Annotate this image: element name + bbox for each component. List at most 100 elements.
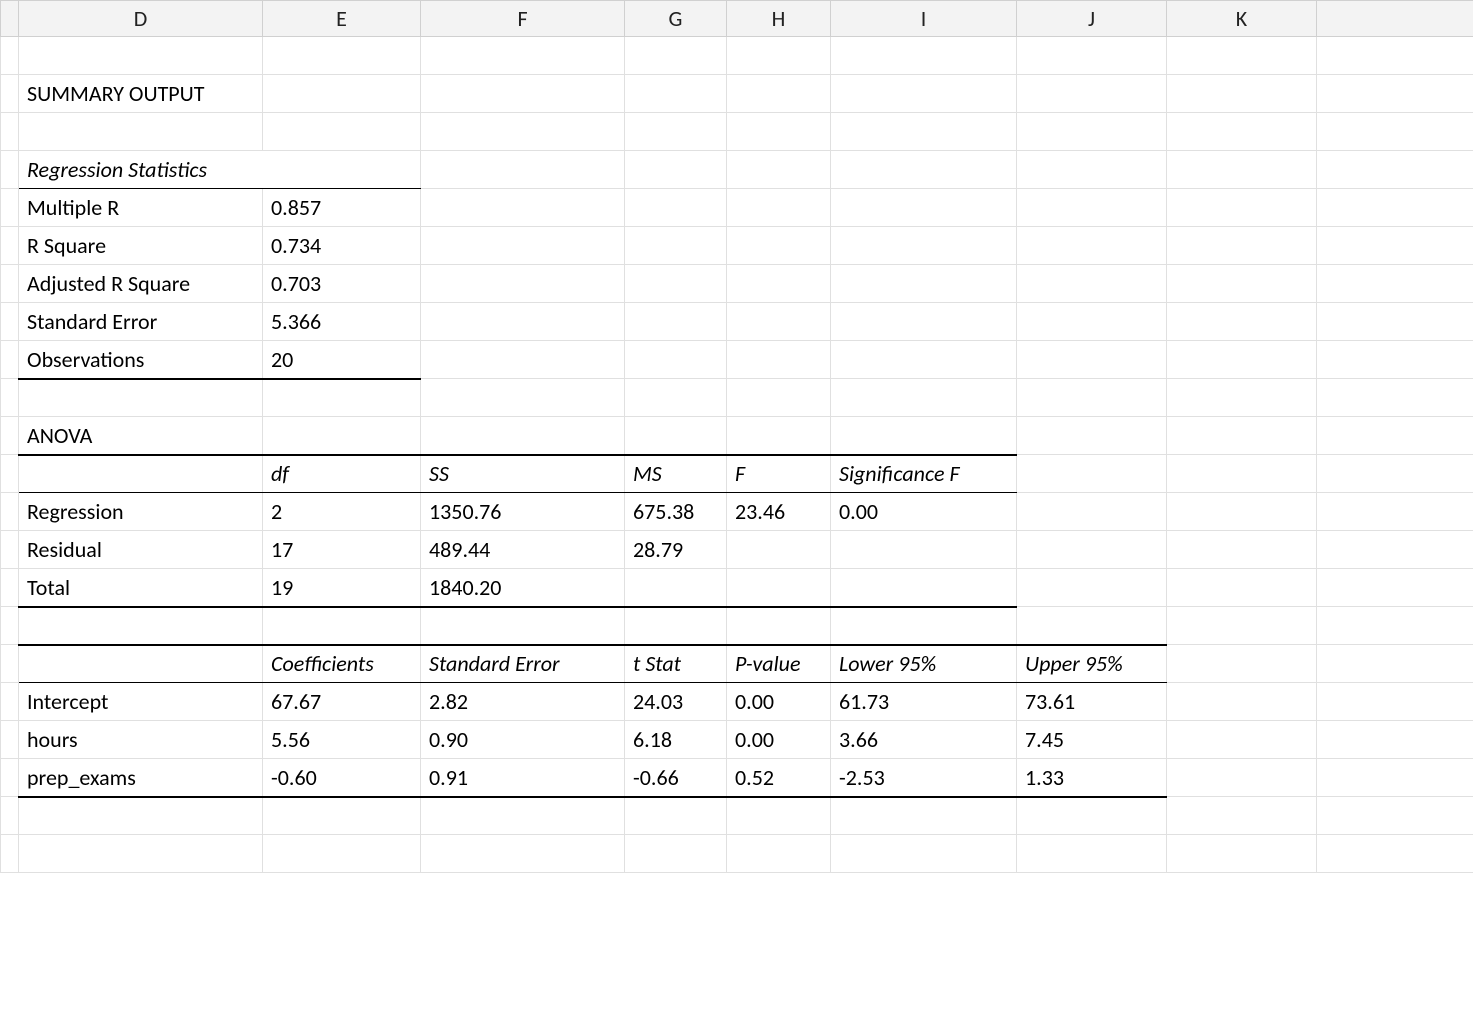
coeff-header-coef[interactable]: Coefficients [263, 645, 421, 683]
coeff-t[interactable]: 6.18 [625, 721, 727, 759]
col-header-K[interactable]: K [1167, 1, 1317, 37]
regression-statistics-heading[interactable]: Regression Statistics [19, 151, 421, 189]
cell[interactable] [831, 265, 1017, 303]
anova-sigf[interactable]: 0.00 [831, 493, 1017, 531]
cell[interactable] [727, 303, 831, 341]
cell[interactable] [727, 265, 831, 303]
coeff-coef[interactable]: -0.60 [263, 759, 421, 797]
cell[interactable] [831, 75, 1017, 113]
cell[interactable] [625, 37, 727, 75]
anova-ss[interactable]: 1350.76 [421, 493, 625, 531]
cell[interactable] [1167, 303, 1317, 341]
cell[interactable] [1017, 493, 1167, 531]
cell[interactable] [727, 417, 831, 455]
coeff-header-hi[interactable]: Upper 95% [1017, 645, 1167, 683]
col-header-H[interactable]: H [727, 1, 831, 37]
anova-row-label[interactable]: Regression [19, 493, 263, 531]
cell[interactable] [625, 189, 727, 227]
cell[interactable] [831, 797, 1017, 835]
col-header-E[interactable]: E [263, 1, 421, 37]
cell[interactable] [1167, 113, 1317, 151]
cell[interactable] [727, 113, 831, 151]
cell[interactable] [1167, 75, 1317, 113]
cell[interactable] [831, 379, 1017, 417]
cell[interactable] [625, 113, 727, 151]
coeff-coef[interactable]: 5.56 [263, 721, 421, 759]
anova-df[interactable]: 2 [263, 493, 421, 531]
cell[interactable] [19, 113, 263, 151]
coeff-p[interactable]: 0.00 [727, 683, 831, 721]
cell[interactable] [727, 607, 831, 645]
cell[interactable] [19, 645, 263, 683]
cell[interactable] [263, 797, 421, 835]
cell[interactable] [831, 37, 1017, 75]
regstat-value[interactable]: 0.703 [263, 265, 421, 303]
cell[interactable] [421, 75, 625, 113]
coeff-header-se[interactable]: Standard Error [421, 645, 625, 683]
cell[interactable] [1167, 227, 1317, 265]
regstat-label[interactable]: Observations [19, 341, 263, 379]
cell[interactable] [421, 417, 625, 455]
cell[interactable] [1167, 341, 1317, 379]
coeff-se[interactable]: 0.91 [421, 759, 625, 797]
coeff-header-lo[interactable]: Lower 95% [831, 645, 1017, 683]
coeff-row-label[interactable]: Intercept [19, 683, 263, 721]
cell[interactable] [1017, 75, 1167, 113]
cell[interactable] [1167, 379, 1317, 417]
cell[interactable] [19, 797, 263, 835]
cell[interactable] [421, 151, 625, 189]
cell[interactable] [1167, 531, 1317, 569]
cell[interactable] [727, 227, 831, 265]
anova-header-df[interactable]: df [263, 455, 421, 493]
cell[interactable] [625, 303, 727, 341]
cell[interactable] [1167, 797, 1317, 835]
cell[interactable] [1167, 189, 1317, 227]
cell[interactable] [1017, 379, 1167, 417]
cell[interactable] [727, 341, 831, 379]
cell[interactable] [1017, 531, 1167, 569]
cell[interactable] [421, 113, 625, 151]
coeff-row-label[interactable]: hours [19, 721, 263, 759]
cell[interactable] [727, 835, 831, 873]
cell[interactable] [1017, 341, 1167, 379]
col-header-F[interactable]: F [421, 1, 625, 37]
cell[interactable] [263, 379, 421, 417]
cell[interactable] [421, 607, 625, 645]
regstat-label[interactable]: Adjusted R Square [19, 265, 263, 303]
anova-header-sigf[interactable]: Significance F [831, 455, 1017, 493]
cell[interactable] [421, 341, 625, 379]
coeff-header-p[interactable]: P-value [727, 645, 831, 683]
anova-ss[interactable]: 489.44 [421, 531, 625, 569]
anova-f[interactable] [727, 531, 831, 569]
cell[interactable] [1167, 455, 1317, 493]
anova-sigf[interactable] [831, 569, 1017, 607]
cell[interactable] [263, 607, 421, 645]
anova-header-ss[interactable]: SS [421, 455, 625, 493]
cell[interactable] [1167, 607, 1317, 645]
cell[interactable] [1017, 835, 1167, 873]
cell[interactable] [19, 37, 263, 75]
cell[interactable] [1167, 683, 1317, 721]
cell[interactable] [1167, 151, 1317, 189]
cell[interactable] [625, 797, 727, 835]
anova-row-label[interactable]: Total [19, 569, 263, 607]
regstat-value[interactable]: 0.857 [263, 189, 421, 227]
anova-f[interactable]: 23.46 [727, 493, 831, 531]
anova-row-label[interactable]: Residual [19, 531, 263, 569]
cell[interactable] [421, 303, 625, 341]
coeff-coef[interactable]: 67.67 [263, 683, 421, 721]
regstat-label[interactable]: Multiple R [19, 189, 263, 227]
cell[interactable] [1017, 455, 1167, 493]
coeff-t[interactable]: -0.66 [625, 759, 727, 797]
regstat-label[interactable]: Standard Error [19, 303, 263, 341]
cell[interactable] [421, 265, 625, 303]
cell[interactable] [1167, 759, 1317, 797]
cell[interactable] [1017, 607, 1167, 645]
coeff-p[interactable]: 0.52 [727, 759, 831, 797]
cell[interactable] [625, 75, 727, 113]
anova-ms[interactable] [625, 569, 727, 607]
cell[interactable] [1017, 797, 1167, 835]
cell[interactable] [1167, 417, 1317, 455]
cell[interactable] [625, 151, 727, 189]
cell[interactable] [263, 75, 421, 113]
